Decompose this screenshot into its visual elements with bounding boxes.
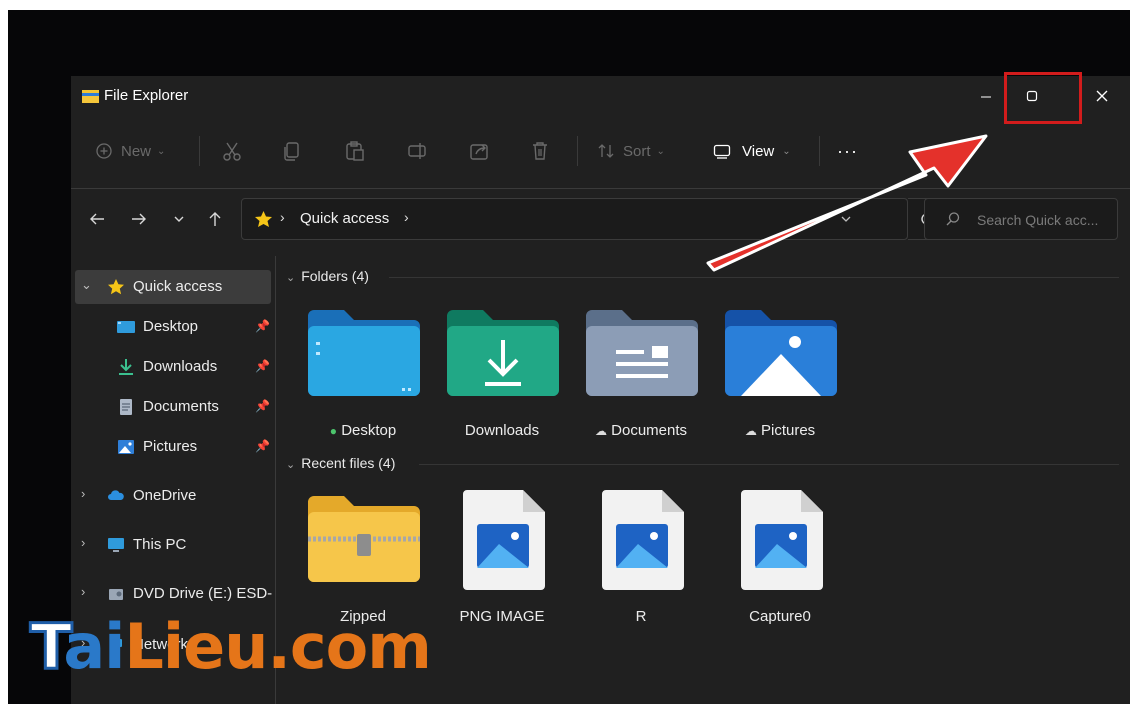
watermark-part: T [28, 609, 65, 685]
annotation-arrow-icon [706, 134, 988, 272]
watermark-part: ai [63, 610, 125, 683]
watermark-logo: TaiLieu.com [28, 609, 431, 690]
watermark-part: Lieu.com [124, 610, 431, 683]
